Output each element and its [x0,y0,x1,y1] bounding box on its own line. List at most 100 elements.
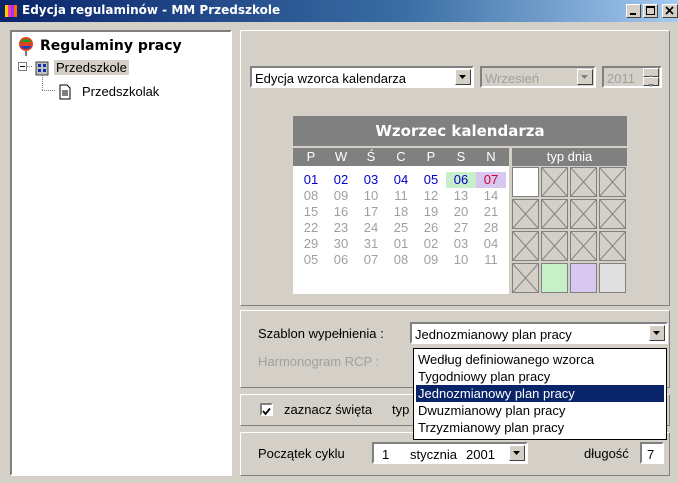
day-type-cell[interactable] [570,231,597,261]
calendar-grid[interactable]: 01 02 03 04 05 06 07 08 09 10 11 12 13 14 15 16 17 18 19 20… [293,166,509,294]
minimize-icon [630,13,636,15]
cycle-date-picker[interactable]: 1 stycznia 2001 [372,442,528,464]
calendar-day[interactable]: 28 [476,220,506,236]
month-select[interactable]: Wrzesień [480,66,596,88]
calendar-day[interactable]: 14 [476,188,506,204]
calendar-day[interactable]: 24 [356,220,386,236]
calendar-day[interactable]: 11 [476,252,506,268]
day-type-cell[interactable] [599,199,626,229]
cross-icon [512,231,539,261]
chevron-down-icon [459,75,466,79]
calendar-day[interactable]: 06 [446,172,476,188]
day-type-cell[interactable] [570,167,597,197]
weekday-label: W [334,149,348,164]
calendar-day[interactable]: 02 [326,172,356,188]
calendar-day[interactable]: 03 [446,236,476,252]
calendar-day[interactable]: 05 [296,252,326,268]
arrow-down-icon [648,84,654,87]
calendar-day[interactable]: 05 [416,172,446,188]
mode-value: Edycja wzorca kalendarza [255,71,407,86]
app-icon [5,5,17,17]
calendar-day[interactable]: 04 [476,236,506,252]
template-option[interactable]: Jednozmianowy plan pracy [416,385,664,402]
day-type-cell[interactable] [512,167,539,197]
tree-node-przedszkole[interactable]: Przedszkole [34,60,184,78]
day-type-cell[interactable] [541,167,568,197]
day-type-cell[interactable] [570,263,597,293]
month-dropdown-button[interactable] [577,69,593,85]
close-button[interactable] [662,4,678,18]
tree-node-przedszkolak[interactable]: Przedszkolak [58,84,208,102]
calendar-day[interactable]: 21 [476,204,506,220]
day-type-cell[interactable] [512,263,539,293]
tree-root-label: Regulaminy pracy [40,38,182,54]
day-type-grid[interactable] [512,166,627,294]
calendar-day[interactable]: 18 [386,204,416,220]
cross-icon [599,231,626,261]
calendar-day[interactable]: 07 [476,172,506,188]
calendar-day[interactable]: 02 [416,236,446,252]
calendar-day[interactable]: 30 [326,236,356,252]
calendar-day[interactable]: 29 [296,236,326,252]
calendar-day[interactable]: 11 [386,188,416,204]
day-type-cell[interactable] [541,199,568,229]
year-down-button[interactable] [643,77,659,87]
calendar-day[interactable]: 08 [386,252,416,268]
year-up-button[interactable] [643,68,659,78]
calendar-day[interactable]: 12 [416,188,446,204]
day-type-cell[interactable] [512,199,539,229]
calendar-day[interactable]: 23 [326,220,356,236]
day-type-cell[interactable] [599,231,626,261]
checkmark-icon [262,407,271,416]
day-type-cell[interactable] [599,167,626,197]
calendar-day[interactable]: 03 [356,172,386,188]
cycle-date-dropdown-button[interactable] [509,445,525,461]
calendar-day[interactable]: 31 [356,236,386,252]
template-dropdown-button[interactable] [649,325,665,341]
calendar-day[interactable]: 22 [296,220,326,236]
holidays-checkbox[interactable] [260,403,273,416]
weekday-label: P [306,149,316,164]
mode-select[interactable]: Edycja wzorca kalendarza [250,66,474,88]
template-option[interactable]: Dwuzmianowy plan pracy [416,402,664,419]
minimize-button[interactable] [626,4,641,18]
calendar-day[interactable]: 15 [296,204,326,220]
title-bar: Edycja regulaminów - MM Przedszkole [0,0,678,22]
calendar-day[interactable]: 20 [446,204,476,220]
calendar-day[interactable]: 09 [326,188,356,204]
calendar-day[interactable]: 16 [326,204,356,220]
calendar-day[interactable]: 17 [356,204,386,220]
calendar-day[interactable]: 04 [386,172,416,188]
template-option[interactable]: Trzyzmianowy plan pracy [416,419,664,436]
day-type-cell[interactable] [570,199,597,229]
calendar-day[interactable]: 08 [296,188,326,204]
calendar-day[interactable]: 07 [356,252,386,268]
calendar-day[interactable]: 13 [446,188,476,204]
calendar-day[interactable]: 25 [386,220,416,236]
rcp-label: Harmonogram RCP : [258,354,380,369]
day-type-cell[interactable] [541,231,568,261]
cross-icon [541,231,568,261]
weekday-label: Ś [366,149,376,164]
day-type-cell[interactable] [541,263,568,293]
template-dropdown-list[interactable]: Według definiowanego wzorca Tygodniowy pl… [413,348,667,440]
day-type-cell[interactable] [599,263,626,293]
calendar-day[interactable]: 06 [326,252,356,268]
year-spinner[interactable]: 2011 [602,66,662,88]
template-select[interactable]: Jednozmianowy plan pracy [410,322,668,344]
calendar-day[interactable]: 10 [356,188,386,204]
tree-view[interactable]: Regulaminy pracy Przedszkole Przedszkola… [10,30,232,476]
day-type-cell[interactable] [512,231,539,261]
length-input[interactable]: 7 [640,442,664,464]
calendar-day[interactable]: 09 [416,252,446,268]
template-option[interactable]: Tygodniowy plan pracy [416,368,664,385]
template-option[interactable]: Według definiowanego wzorca [416,351,664,368]
maximize-button[interactable] [643,4,658,18]
calendar-day[interactable]: 27 [446,220,476,236]
calendar-day[interactable]: 19 [416,204,446,220]
calendar-day[interactable]: 26 [416,220,446,236]
calendar-day[interactable]: 10 [446,252,476,268]
calendar-day[interactable]: 01 [296,172,326,188]
calendar-day[interactable]: 01 [386,236,416,252]
mode-dropdown-button[interactable] [455,69,471,85]
